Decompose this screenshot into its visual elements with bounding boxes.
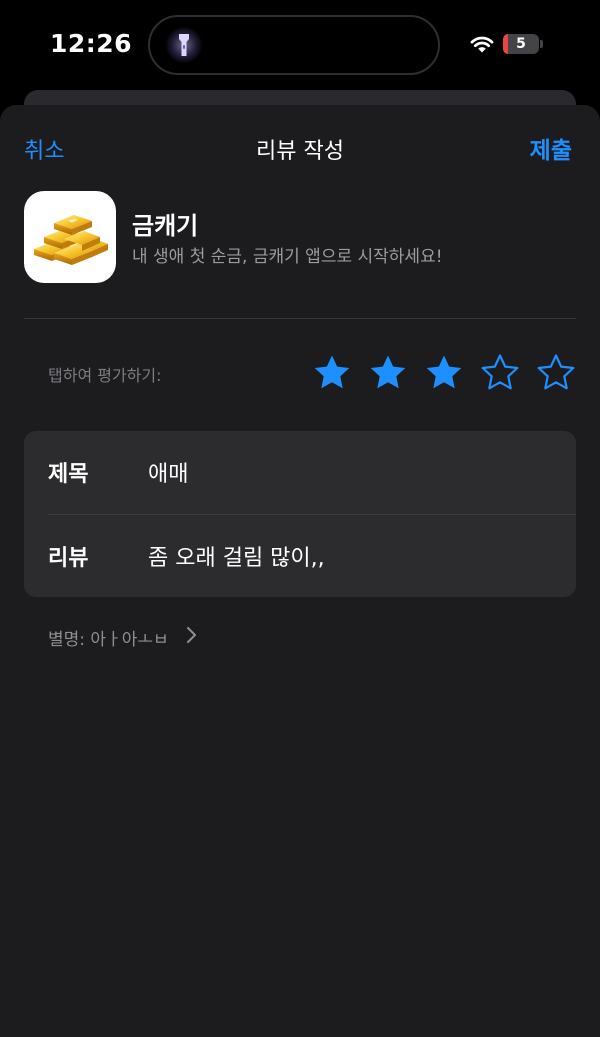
star-filled-icon[interactable] xyxy=(424,353,464,393)
submit-button[interactable]: 제출 xyxy=(530,131,572,165)
star-empty-icon[interactable] xyxy=(536,353,576,393)
title-label: 제목 xyxy=(48,462,89,487)
review-label: 리뷰 xyxy=(48,546,89,571)
flashlight-icon xyxy=(166,27,202,63)
star-empty-icon[interactable] xyxy=(480,353,520,393)
battery-level-text: 5 xyxy=(516,36,526,52)
gold-bars-icon xyxy=(24,191,116,283)
title-input[interactable]: 애매 xyxy=(148,456,188,488)
battery-icon: 5 xyxy=(503,34,539,54)
wifi-icon xyxy=(470,36,494,53)
app-subtitle: 내 생애 첫 순금, 금캐기 앱으로 시작하세요! xyxy=(132,247,443,267)
nickname-link[interactable]: 별명: 아ㅏ아ㅗㅂ xyxy=(48,625,169,650)
form-divider xyxy=(48,514,576,515)
star-filled-icon[interactable] xyxy=(312,353,352,393)
review-textarea[interactable]: 좀 오래 걸림 많이,, xyxy=(148,540,325,572)
rating-label: 탭하여 평가하기: xyxy=(48,366,162,385)
status-time: 12:26 xyxy=(50,29,133,58)
review-form: 제목 애매 리뷰 좀 오래 걸림 많이,, xyxy=(24,431,576,597)
status-bar: 12:26 5 xyxy=(0,0,600,92)
divider xyxy=(24,318,576,319)
write-review-sheet: 취소 리뷰 작성 제출 금캐기 내 생애 첫 순금, 금캐기 앱으로 시작하세요… xyxy=(0,105,600,1037)
star-rating[interactable] xyxy=(312,353,576,393)
chevron-right-icon xyxy=(187,627,196,643)
dynamic-island xyxy=(148,15,440,75)
page-title: 리뷰 작성 xyxy=(256,139,344,164)
star-filled-icon[interactable] xyxy=(368,353,408,393)
battery-cap xyxy=(540,40,543,48)
app-name: 금캐기 xyxy=(132,212,199,240)
